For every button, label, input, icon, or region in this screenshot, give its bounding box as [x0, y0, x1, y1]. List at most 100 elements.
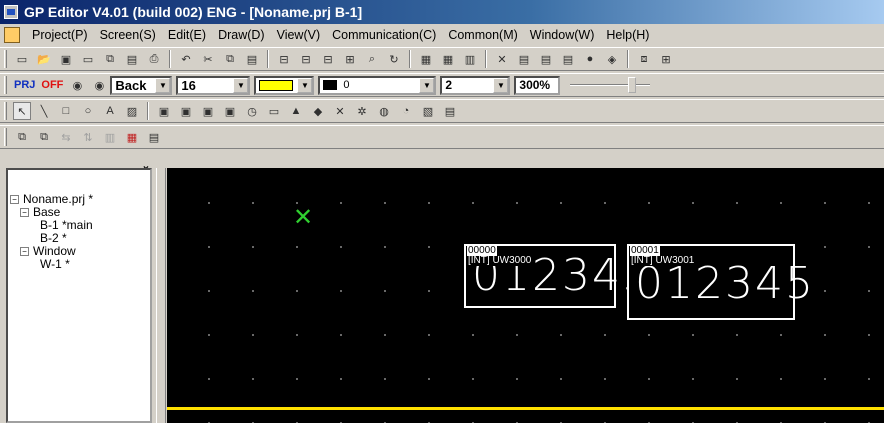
chevron-down-icon[interactable]: ▼	[155, 77, 171, 93]
collapse-icon[interactable]: −	[10, 195, 19, 204]
toolbar-grip[interactable]	[4, 76, 7, 94]
line-style-select[interactable]: 0 ▼	[318, 75, 437, 95]
cascade-icon[interactable]: ⧈	[635, 50, 653, 68]
properties-icon[interactable]: ▤	[145, 128, 163, 146]
menu-draw[interactable]: Draw(D)	[212, 24, 271, 46]
screen-boundary-line	[167, 407, 884, 410]
tile-icon[interactable]: ⊞	[657, 50, 675, 68]
group-icon[interactable]: ⊞	[341, 50, 359, 68]
rectangle-icon[interactable]: □	[57, 102, 75, 120]
clock-icon[interactable]: ◷	[243, 102, 261, 120]
data-icon[interactable]: ✕	[493, 50, 511, 68]
tool-icon[interactable]: ✕	[331, 102, 349, 120]
chevron-down-icon[interactable]: ▼	[493, 77, 509, 93]
mark-icon[interactable]: ▥	[461, 50, 479, 68]
data-display-icon[interactable]: ▣	[199, 102, 217, 120]
library-icon[interactable]: ●	[581, 50, 599, 68]
meter-icon[interactable]: ◍	[375, 102, 393, 120]
refresh-icon[interactable]: ↻	[385, 50, 403, 68]
grid-icon[interactable]: ▦	[123, 128, 141, 146]
new-project-icon[interactable]: ▭	[13, 50, 31, 68]
zoom-slider[interactable]	[570, 76, 651, 94]
circle-icon[interactable]: ○	[79, 102, 97, 120]
slider-thumb[interactable]	[628, 77, 637, 93]
collapse-icon[interactable]: −	[20, 247, 29, 256]
print-icon[interactable]: ⎙	[145, 50, 163, 68]
flip-horizontal-icon[interactable]: ⇆	[57, 128, 75, 146]
menu-edit[interactable]: Edit(E)	[162, 24, 212, 46]
screen-canvas[interactable]: ✕ 012345 00000 [INT] UW3000 012345 00001…	[167, 168, 884, 423]
trend-icon[interactable]: ▧	[419, 102, 437, 120]
off-button[interactable]: OFF	[41, 79, 63, 91]
line-icon[interactable]: ╲	[35, 102, 53, 120]
arrange-toolbar: ⧉ ⧉ ⇆ ⇅ ▥ ▦ ▤	[0, 125, 884, 149]
image-icon[interactable]: ▨	[123, 102, 141, 120]
menu-project[interactable]: Project(P)	[26, 24, 94, 46]
menu-window[interactable]: Window(W)	[524, 24, 601, 46]
paste-icon[interactable]: ▤	[243, 50, 261, 68]
numeric-display-2[interactable]: 012345 00001 [INT] UW3001	[627, 244, 813, 320]
menu-view[interactable]: View(V)	[271, 24, 327, 46]
tag-view-icon[interactable]: ◉	[90, 76, 108, 94]
numeric-input-icon[interactable]: ▣	[177, 102, 195, 120]
menu-screen[interactable]: Screen(S)	[94, 24, 162, 46]
toolbar-grip[interactable]	[4, 102, 7, 120]
layer-select[interactable]: Back ▼	[110, 75, 173, 95]
prj-button[interactable]: PRJ	[14, 79, 35, 91]
save-screen-icon[interactable]: ▤	[123, 50, 141, 68]
window-list-icon[interactable]: ▦	[439, 50, 457, 68]
bring-front-icon[interactable]: ⧉	[13, 128, 31, 146]
message-icon[interactable]: ▭	[265, 102, 283, 120]
window-title: GP Editor V4.01 (build 002) ENG - [Nonam…	[24, 4, 363, 20]
save-icon[interactable]: ▣	[57, 50, 75, 68]
chevron-down-icon[interactable]: ▼	[419, 77, 435, 93]
text-icon[interactable]: A	[101, 102, 119, 120]
flip-vertical-icon[interactable]: ⇅	[79, 128, 97, 146]
bar-chart-icon[interactable]: ▥	[101, 128, 119, 146]
send-back-icon[interactable]: ⧉	[35, 128, 53, 146]
cat-list-icon[interactable]: ▤	[559, 50, 577, 68]
window-part-icon[interactable]: ▤	[441, 102, 459, 120]
panel-splitter[interactable]	[156, 168, 166, 423]
menu-communication[interactable]: Communication(C)	[326, 24, 442, 46]
select-icon[interactable]: ↖	[13, 102, 31, 120]
line-width-select[interactable]: 2 ▼	[440, 75, 511, 95]
tree-item-w1[interactable]: W-1 *	[10, 258, 93, 271]
switch-icon[interactable]: ✲	[353, 102, 371, 120]
zoom-display[interactable]: 300%	[514, 75, 561, 95]
chevron-down-icon[interactable]: ▼	[297, 77, 313, 93]
new-screen-icon[interactable]: ▭	[79, 50, 97, 68]
cut-icon[interactable]: ✂	[199, 50, 217, 68]
parts-icon[interactable]: ◈	[603, 50, 621, 68]
obj-list-icon[interactable]: ▤	[515, 50, 533, 68]
menu-help[interactable]: Help(H)	[600, 24, 655, 46]
ascii-display-icon[interactable]: ▣	[221, 102, 239, 120]
draw-toolbar: ↖ ╲ □ ○ A ▨ ▣ ▣ ▣ ▣ ◷ ▭ ▲ ◆ ✕ ✲ ◍ ◔ ▧ ▤	[0, 99, 884, 123]
open-screen-icon[interactable]: ⧉	[101, 50, 119, 68]
graph-icon[interactable]: ◔	[397, 102, 415, 120]
alarm-icon[interactable]: ▲	[287, 102, 305, 120]
undo-icon[interactable]: ↶	[177, 50, 195, 68]
lamp-icon[interactable]: ◆	[309, 102, 327, 120]
app-icon[interactable]	[4, 5, 18, 19]
numeric-display-icon[interactable]: ▣	[155, 102, 173, 120]
copy-icon[interactable]: ⧉	[221, 50, 239, 68]
menu-common[interactable]: Common(M)	[442, 24, 523, 46]
toolbar-grip[interactable]	[4, 50, 7, 68]
align-left-icon[interactable]: ⊟	[275, 50, 293, 68]
dev-view-icon[interactable]: ◉	[68, 76, 86, 94]
document-menu-icon[interactable]	[4, 27, 20, 43]
foreground-color-select[interactable]: ▼	[254, 75, 315, 95]
screen-list-icon[interactable]: ▦	[417, 50, 435, 68]
dev-list-icon[interactable]: ▤	[537, 50, 555, 68]
collapse-icon[interactable]: −	[20, 208, 29, 217]
align-center-icon[interactable]: ⊟	[297, 50, 315, 68]
zoom-icon[interactable]: ⌕	[363, 50, 381, 68]
open-icon[interactable]: 📂	[35, 50, 53, 68]
display-address: [INT] UW3001	[630, 255, 696, 266]
align-right-icon[interactable]: ⊟	[319, 50, 337, 68]
toolbar-grip[interactable]	[4, 128, 7, 146]
chevron-down-icon[interactable]: ▼	[233, 77, 249, 93]
font-size-select[interactable]: 16 ▼	[176, 75, 251, 95]
numeric-display-1[interactable]: 012345 00000 [INT] UW3000	[464, 244, 650, 308]
